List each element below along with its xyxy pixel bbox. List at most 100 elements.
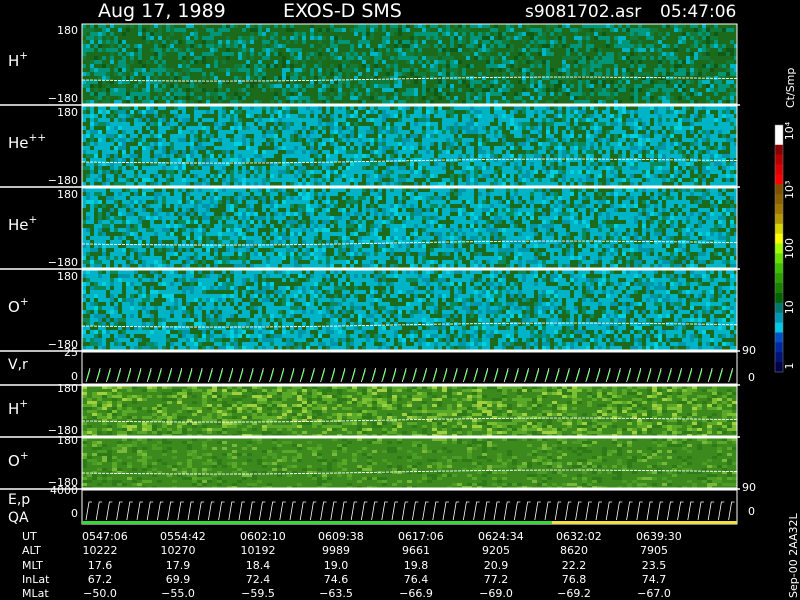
colorbar-tick: 10 xyxy=(783,300,796,314)
orbit-cell: −55.0 xyxy=(161,587,195,600)
colorbar-swatch xyxy=(775,312,783,324)
orbit-cell: 10270 xyxy=(161,544,196,557)
colorbar-swatch xyxy=(775,273,783,284)
orbit-cell: 19.0 xyxy=(324,559,349,572)
colorbar-swatch xyxy=(775,302,783,314)
orbit-cell: 0624:34 xyxy=(478,530,524,543)
orbit-cell: 76.8 xyxy=(562,573,587,586)
colorbar-swatch xyxy=(775,362,783,373)
panel-h-plus-low-ymax: 180 xyxy=(57,382,78,395)
orbit-cell: 9205 xyxy=(482,544,510,557)
panel-o-plus-low-ymax: 180 xyxy=(57,434,78,447)
colorbar-swatch xyxy=(775,144,783,156)
panel-h-plus: 180−180H+ xyxy=(8,23,738,105)
vr-ymax: 25 xyxy=(64,346,78,359)
orbit-cell: 0639:30 xyxy=(636,530,682,543)
colorbar-swatch xyxy=(775,352,783,363)
colorbar-swatch xyxy=(775,263,783,274)
colorbar-swatch xyxy=(775,342,783,353)
colorbar-unit: Ct/Smp xyxy=(784,68,797,108)
panel-o-plus-ymax: 180 xyxy=(57,270,78,283)
orbit-cell: −69.2 xyxy=(557,587,591,600)
colorbar-tick: 10³ xyxy=(783,181,796,199)
orbit-cell: 10222 xyxy=(83,544,118,557)
panel-h-plus-ymax: 180 xyxy=(57,24,78,37)
orbit-cell: 18.4 xyxy=(246,559,271,572)
orbit-cell: 77.2 xyxy=(484,573,509,586)
colorbar-swatch xyxy=(775,194,783,205)
colorbar-swatch xyxy=(775,174,783,185)
orbit-cell: −67.0 xyxy=(637,587,671,600)
ep-right-max: 90 xyxy=(742,481,756,494)
orbit-cell: −66.9 xyxy=(399,587,433,600)
colorbar-swatch xyxy=(775,134,783,146)
sms-plot: Aug 17, 1989 EXOS-D SMS s9081702.asr 05:… xyxy=(0,0,800,600)
ep-right-min: 0 xyxy=(748,505,755,518)
footer-tag: Sep-00 2AA32L xyxy=(787,512,800,598)
qa-label: QA xyxy=(8,510,29,526)
orbit-cell: 19.8 xyxy=(404,559,429,572)
header-instrument: EXOS-D SMS xyxy=(283,0,402,22)
colorbar-swatch xyxy=(775,184,783,195)
orbit-cell: 0602:10 xyxy=(240,530,286,543)
orbit-cell: 9989 xyxy=(322,544,350,557)
colorbar-swatch xyxy=(775,213,783,225)
header-date: Aug 17, 1989 xyxy=(98,0,226,22)
orbit-cell: 23.5 xyxy=(642,559,667,572)
colorbar-swatch xyxy=(775,332,783,343)
spectrogram-panels: 180−180H+180−180He++180−180He+180−180O+2… xyxy=(0,23,756,526)
colorbar-swatch xyxy=(775,164,783,175)
orbit-cell: 0632:02 xyxy=(556,530,602,543)
orbit-cell: 76.4 xyxy=(404,573,429,586)
panel-he-plus-ymax: 180 xyxy=(57,188,78,201)
orbit-cell: 69.9 xyxy=(166,573,191,586)
colorbar-tick: 10⁴ xyxy=(783,121,796,140)
colorbar-tick: 1 xyxy=(783,363,796,370)
panel-he-plus: 180−180He+ xyxy=(8,187,738,269)
orbit-cell: −69.0 xyxy=(479,587,513,600)
panel-o-plus: 180−180O+ xyxy=(8,269,738,351)
orbit-cell: 74.6 xyxy=(324,573,349,586)
orbit-row-label: ALT xyxy=(22,544,41,557)
orbit-cell: 17.6 xyxy=(88,559,113,572)
orbit-cell: 67.2 xyxy=(88,573,113,586)
ep-ymax: 4000 xyxy=(50,484,78,497)
orbit-cell: 10192 xyxy=(241,544,276,557)
panel-he-plus-ymin: −180 xyxy=(48,256,78,269)
colorbar-swatch xyxy=(775,283,783,294)
orbit-cell: 74.7 xyxy=(642,573,667,586)
panel-he-plus-plus: 180−180He++ xyxy=(8,105,738,187)
orbit-cell: −59.5 xyxy=(241,587,275,600)
panel-h-plus-ymin: −180 xyxy=(48,92,78,105)
orbit-cell: −50.0 xyxy=(83,587,117,600)
colorbar-swatch xyxy=(775,125,783,136)
colorbar-swatch xyxy=(775,233,783,245)
orbit-cell: 0617:06 xyxy=(398,530,444,543)
colorbar-swatch xyxy=(775,243,783,254)
colorbar-swatch xyxy=(775,204,783,215)
header-time: 05:47:06 xyxy=(660,2,736,22)
colorbar-swatch xyxy=(775,322,783,333)
orbit-row-label: MLT xyxy=(22,559,43,572)
ep-ymin: 0 xyxy=(71,507,78,520)
orbit-cell: 22.2 xyxy=(562,559,587,572)
orbit-cell: 0609:38 xyxy=(318,530,364,543)
orbit-row-label: InLat xyxy=(22,573,50,586)
orbit-cell: 0547:06 xyxy=(82,530,128,543)
panel-o-plus-low: 180−180O+ xyxy=(8,434,738,489)
orbit-row-label: UT xyxy=(22,530,37,543)
panel-he-plus-plus-ymin: −180 xyxy=(48,174,78,187)
orbit-cell: 17.9 xyxy=(166,559,191,572)
panel-h-plus-low: 180−180H+ xyxy=(8,382,738,437)
colorbar-swatch xyxy=(775,154,783,166)
orbit-cell: 0554:42 xyxy=(160,530,206,543)
orbit-cell: 8620 xyxy=(560,544,588,557)
orbit-cell: 72.4 xyxy=(246,573,271,586)
vr-right-min: 0 xyxy=(748,371,755,384)
colorbar-swatch xyxy=(775,253,783,264)
orbit-cell: 7905 xyxy=(640,544,668,557)
orbit-cell: 9661 xyxy=(402,544,430,557)
orbit-cell: −63.5 xyxy=(319,587,353,600)
vr-label: V,r xyxy=(8,357,28,373)
colorbar-swatch xyxy=(775,223,783,235)
